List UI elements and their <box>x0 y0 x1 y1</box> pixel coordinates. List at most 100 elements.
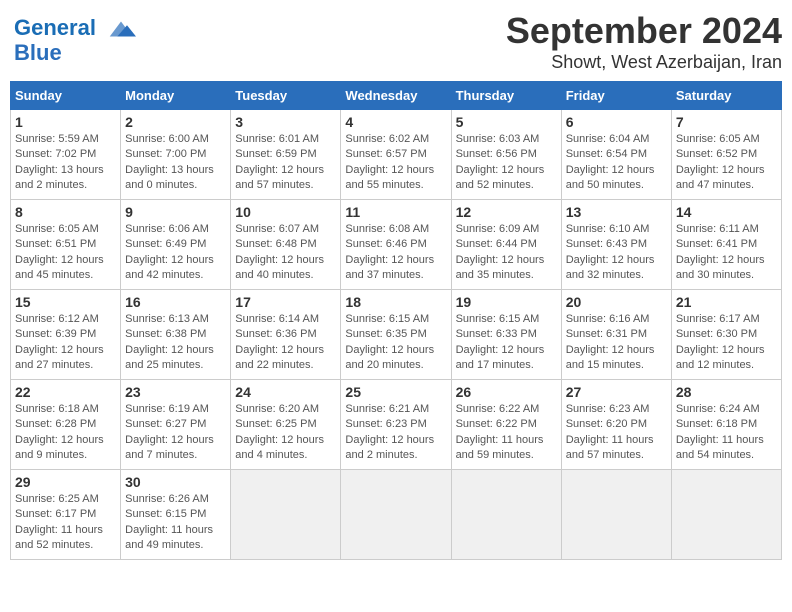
day-number: 13 <box>566 204 667 220</box>
calendar-cell: 27Sunrise: 6:23 AM Sunset: 6:20 PM Dayli… <box>561 380 671 470</box>
calendar-cell: 30 Sunrise: 6:26 AM Sunset: 6:15 PM Dayli… <box>121 470 231 560</box>
day-number: 25 <box>345 384 446 400</box>
calendar-cell: 23 Sunrise: 6:19 AM Sunset: 6:27 PM Dayli… <box>121 380 231 470</box>
day-number: 17 <box>235 294 336 310</box>
day-number: 16 <box>125 294 226 310</box>
day-info: Sunrise: 6:07 AM Sunset: 6:48 PM Dayligh… <box>235 222 336 284</box>
day-number: 29 <box>15 474 116 490</box>
day-number: 8 <box>15 204 116 220</box>
calendar-cell: 15 Sunrise: 6:12 AM Sunset: 6:39 PM Dayli… <box>11 290 121 380</box>
calendar-cell: 2Sunrise: 6:00 AM Sunset: 7:00 PM Daylig… <box>121 110 231 200</box>
calendar-cell <box>231 470 341 560</box>
logo: General Blue <box>10 10 140 70</box>
week-row-4: 22Sunrise: 6:18 AM Sunset: 6:28 PM Dayli… <box>11 380 782 470</box>
day-number: 11 <box>345 204 446 220</box>
calendar-cell: 20 Sunrise: 6:16 AM Sunset: 6:31 PM Dayli… <box>561 290 671 380</box>
calendar-cell: 9 Sunrise: 6:06 AM Sunset: 6:49 PM Daylig… <box>121 200 231 290</box>
day-number: 14 <box>676 204 777 220</box>
weekday-header-row: SundayMondayTuesdayWednesdayThursdayFrid… <box>11 82 782 110</box>
calendar-cell: 18 Sunrise: 6:15 AM Sunset: 6:35 PM Dayli… <box>341 290 451 380</box>
calendar-cell: 8 Sunrise: 6:05 AM Sunset: 6:51 PM Daylig… <box>11 200 121 290</box>
day-info: Sunrise: 6:25 AM Sunset: 6:17 PM Dayligh… <box>15 492 116 554</box>
calendar-cell: 19Sunrise: 6:15 AM Sunset: 6:33 PM Dayli… <box>451 290 561 380</box>
calendar-cell: 4 Sunrise: 6:02 AM Sunset: 6:57 PM Daylig… <box>341 110 451 200</box>
day-info: Sunrise: 6:10 AM Sunset: 6:43 PM Dayligh… <box>566 222 667 284</box>
day-number: 28 <box>676 384 777 400</box>
day-number: 24 <box>235 384 336 400</box>
weekday-tuesday: Tuesday <box>231 82 341 110</box>
page-header: General Blue September 2024 Showt, West … <box>10 10 782 73</box>
day-info: Sunrise: 6:19 AM Sunset: 6:27 PM Dayligh… <box>125 402 226 464</box>
day-number: 18 <box>345 294 446 310</box>
calendar-cell: 1Sunrise: 5:59 AM Sunset: 7:02 PM Daylig… <box>11 110 121 200</box>
calendar-cell <box>341 470 451 560</box>
day-number: 15 <box>15 294 116 310</box>
day-info: Sunrise: 6:22 AM Sunset: 6:22 PM Dayligh… <box>456 402 557 464</box>
day-info: Sunrise: 6:20 AM Sunset: 6:25 PM Dayligh… <box>235 402 336 464</box>
day-info: Sunrise: 6:03 AM Sunset: 6:56 PM Dayligh… <box>456 132 557 194</box>
day-info: Sunrise: 6:06 AM Sunset: 6:49 PM Dayligh… <box>125 222 226 284</box>
day-number: 19 <box>456 294 557 310</box>
day-info: Sunrise: 6:02 AM Sunset: 6:57 PM Dayligh… <box>345 132 446 194</box>
day-info: Sunrise: 6:12 AM Sunset: 6:39 PM Dayligh… <box>15 312 116 374</box>
day-info: Sunrise: 6:13 AM Sunset: 6:38 PM Dayligh… <box>125 312 226 374</box>
calendar-cell: 25Sunrise: 6:21 AM Sunset: 6:23 PM Dayli… <box>341 380 451 470</box>
calendar-cell: 13 Sunrise: 6:10 AM Sunset: 6:43 PM Dayli… <box>561 200 671 290</box>
day-info: Sunrise: 6:01 AM Sunset: 6:59 PM Dayligh… <box>235 132 336 194</box>
week-row-5: 29 Sunrise: 6:25 AM Sunset: 6:17 PM Dayli… <box>11 470 782 560</box>
day-number: 7 <box>676 114 777 130</box>
day-info: Sunrise: 6:15 AM Sunset: 6:35 PM Dayligh… <box>345 312 446 374</box>
day-number: 26 <box>456 384 557 400</box>
day-number: 23 <box>125 384 226 400</box>
calendar-table: SundayMondayTuesdayWednesdayThursdayFrid… <box>10 81 782 560</box>
calendar-cell: 5 Sunrise: 6:03 AM Sunset: 6:56 PM Daylig… <box>451 110 561 200</box>
day-number: 4 <box>345 114 446 130</box>
calendar-cell <box>561 470 671 560</box>
day-info: Sunrise: 6:11 AM Sunset: 6:41 PM Dayligh… <box>676 222 777 284</box>
calendar-cell: 14 Sunrise: 6:11 AM Sunset: 6:41 PM Dayli… <box>671 200 781 290</box>
calendar-cell: 12Sunrise: 6:09 AM Sunset: 6:44 PM Dayli… <box>451 200 561 290</box>
weekday-friday: Friday <box>561 82 671 110</box>
day-number: 21 <box>676 294 777 310</box>
calendar-cell: 24 Sunrise: 6:20 AM Sunset: 6:25 PM Dayli… <box>231 380 341 470</box>
location-title: Showt, West Azerbaijan, Iran <box>506 52 782 73</box>
day-info: Sunrise: 6:26 AM Sunset: 6:15 PM Dayligh… <box>125 492 226 554</box>
week-row-3: 15 Sunrise: 6:12 AM Sunset: 6:39 PM Dayli… <box>11 290 782 380</box>
day-info: Sunrise: 6:04 AM Sunset: 6:54 PM Dayligh… <box>566 132 667 194</box>
title-area: September 2024 Showt, West Azerbaijan, I… <box>506 10 782 73</box>
day-number: 27 <box>566 384 667 400</box>
day-number: 30 <box>125 474 226 490</box>
weekday-wednesday: Wednesday <box>341 82 451 110</box>
calendar-cell: 7 Sunrise: 6:05 AM Sunset: 6:52 PM Daylig… <box>671 110 781 200</box>
calendar-cell: 11 Sunrise: 6:08 AM Sunset: 6:46 PM Dayli… <box>341 200 451 290</box>
calendar-cell: 6 Sunrise: 6:04 AM Sunset: 6:54 PM Daylig… <box>561 110 671 200</box>
calendar-cell: 21Sunrise: 6:17 AM Sunset: 6:30 PM Dayli… <box>671 290 781 380</box>
weekday-thursday: Thursday <box>451 82 561 110</box>
day-info: Sunrise: 6:24 AM Sunset: 6:18 PM Dayligh… <box>676 402 777 464</box>
calendar-cell: 17 Sunrise: 6:14 AM Sunset: 6:36 PM Dayli… <box>231 290 341 380</box>
day-number: 12 <box>456 204 557 220</box>
weekday-monday: Monday <box>121 82 231 110</box>
calendar-cell: 26 Sunrise: 6:22 AM Sunset: 6:22 PM Dayli… <box>451 380 561 470</box>
day-number: 6 <box>566 114 667 130</box>
calendar-cell: 28 Sunrise: 6:24 AM Sunset: 6:18 PM Dayli… <box>671 380 781 470</box>
day-number: 5 <box>456 114 557 130</box>
day-number: 1 <box>15 114 116 130</box>
day-number: 22 <box>15 384 116 400</box>
day-info: Sunrise: 6:08 AM Sunset: 6:46 PM Dayligh… <box>345 222 446 284</box>
month-title: September 2024 <box>506 10 782 52</box>
day-info: Sunrise: 6:14 AM Sunset: 6:36 PM Dayligh… <box>235 312 336 374</box>
calendar-cell: 10Sunrise: 6:07 AM Sunset: 6:48 PM Dayli… <box>231 200 341 290</box>
week-row-2: 8 Sunrise: 6:05 AM Sunset: 6:51 PM Daylig… <box>11 200 782 290</box>
calendar-cell: 16 Sunrise: 6:13 AM Sunset: 6:38 PM Dayli… <box>121 290 231 380</box>
week-row-1: 1Sunrise: 5:59 AM Sunset: 7:02 PM Daylig… <box>11 110 782 200</box>
calendar-cell <box>451 470 561 560</box>
calendar-cell: 22Sunrise: 6:18 AM Sunset: 6:28 PM Dayli… <box>11 380 121 470</box>
day-info: Sunrise: 6:05 AM Sunset: 6:51 PM Dayligh… <box>15 222 116 284</box>
day-info: Sunrise: 6:16 AM Sunset: 6:31 PM Dayligh… <box>566 312 667 374</box>
day-number: 20 <box>566 294 667 310</box>
day-info: Sunrise: 6:05 AM Sunset: 6:52 PM Dayligh… <box>676 132 777 194</box>
calendar-cell: 3Sunrise: 6:01 AM Sunset: 6:59 PM Daylig… <box>231 110 341 200</box>
calendar-body: 1Sunrise: 5:59 AM Sunset: 7:02 PM Daylig… <box>11 110 782 560</box>
day-number: 9 <box>125 204 226 220</box>
